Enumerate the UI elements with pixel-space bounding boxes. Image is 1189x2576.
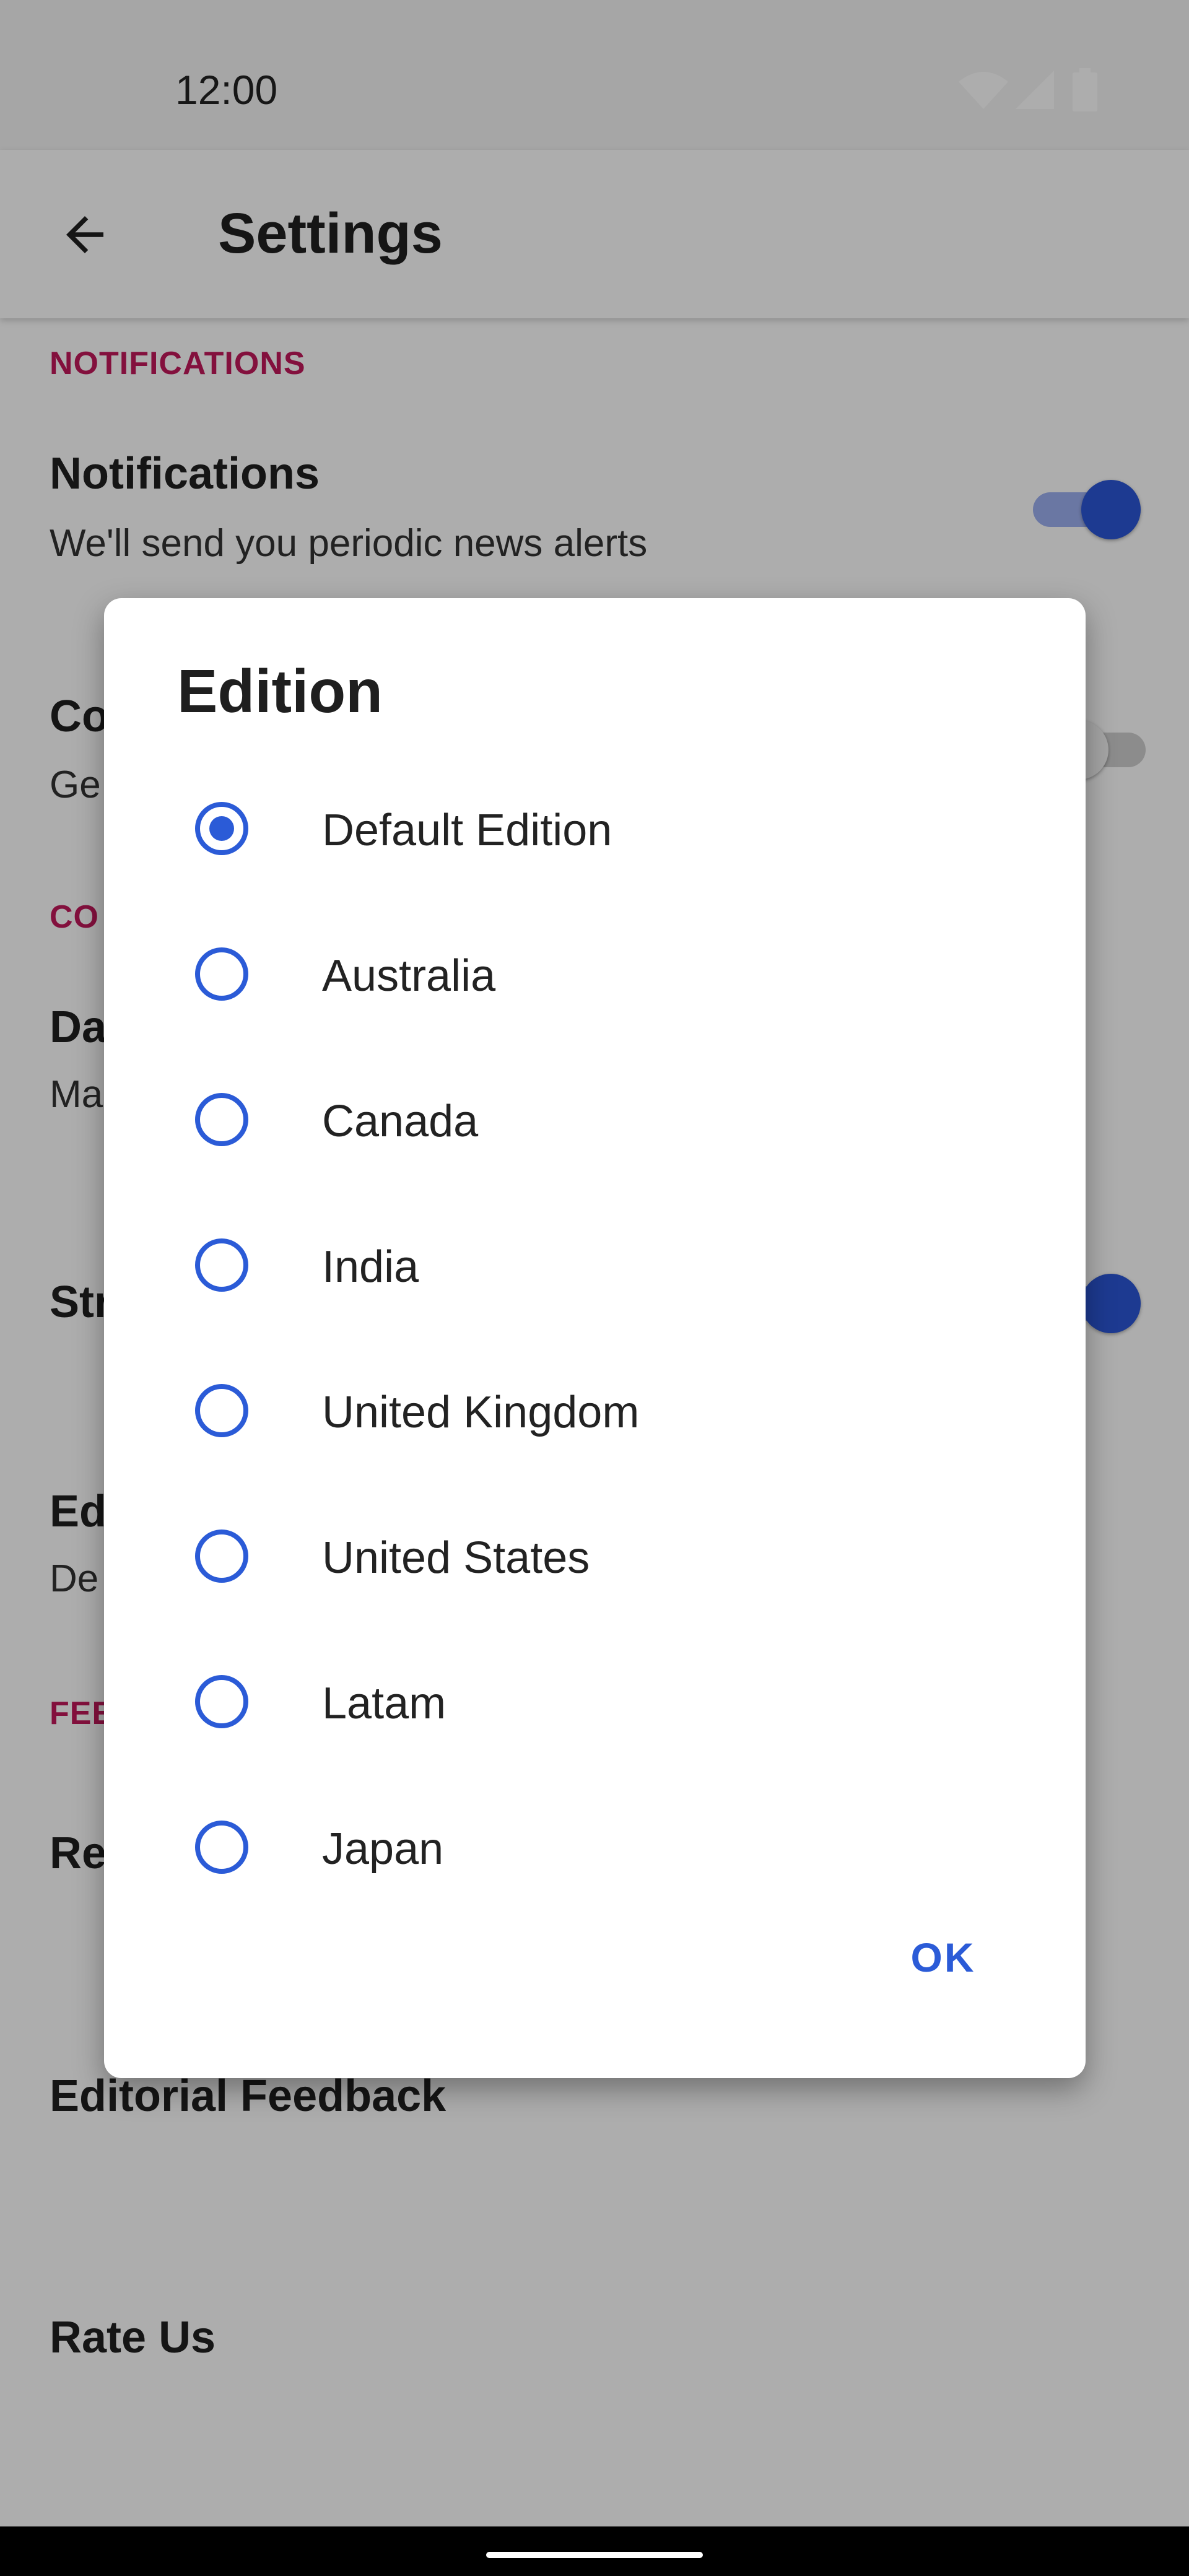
edition-option-label: United States [322,1533,590,1583]
settings-screen: 12:00 Settings NOTIFICATIONS Notificatio… [0,0,1189,2576]
radio-button[interactable] [195,1384,248,1437]
radio-button[interactable] [195,1821,248,1874]
edition-option-label: United Kingdom [322,1388,640,1437]
edition-option[interactable]: Canada [104,1050,1086,1196]
edition-option[interactable]: Default Edition [104,759,1086,905]
ok-button[interactable]: OK [863,1911,1024,2004]
edition-option-label: Default Edition [322,806,612,855]
edition-option[interactable]: United Kingdom [104,1341,1086,1487]
edition-option[interactable]: United States [104,1487,1086,1632]
radio-button[interactable] [195,1530,248,1583]
navigation-bar [0,2526,1189,2576]
home-gesture-handle[interactable] [486,2552,703,2558]
radio-button[interactable] [195,1675,248,1728]
edition-option[interactable]: India [104,1196,1086,1341]
edition-option[interactable]: Japan [104,1778,1086,1923]
radio-button-checked[interactable] [195,802,248,855]
radio-button[interactable] [195,1238,248,1292]
edition-option-label: Latam [322,1679,446,1728]
radio-button[interactable] [195,1093,248,1146]
dialog-title: Edition [177,657,383,725]
edition-option[interactable]: Australia [104,905,1086,1050]
edition-option-label: Australia [322,951,496,1001]
edition-dialog: Edition Default Edition Australia Canada… [104,598,1086,2078]
edition-option-label: India [322,1242,419,1292]
edition-option[interactable]: Latam [104,1632,1086,1778]
edition-option-label: Japan [322,1824,444,1874]
edition-option-label: Canada [322,1097,479,1146]
radio-button[interactable] [195,947,248,1001]
